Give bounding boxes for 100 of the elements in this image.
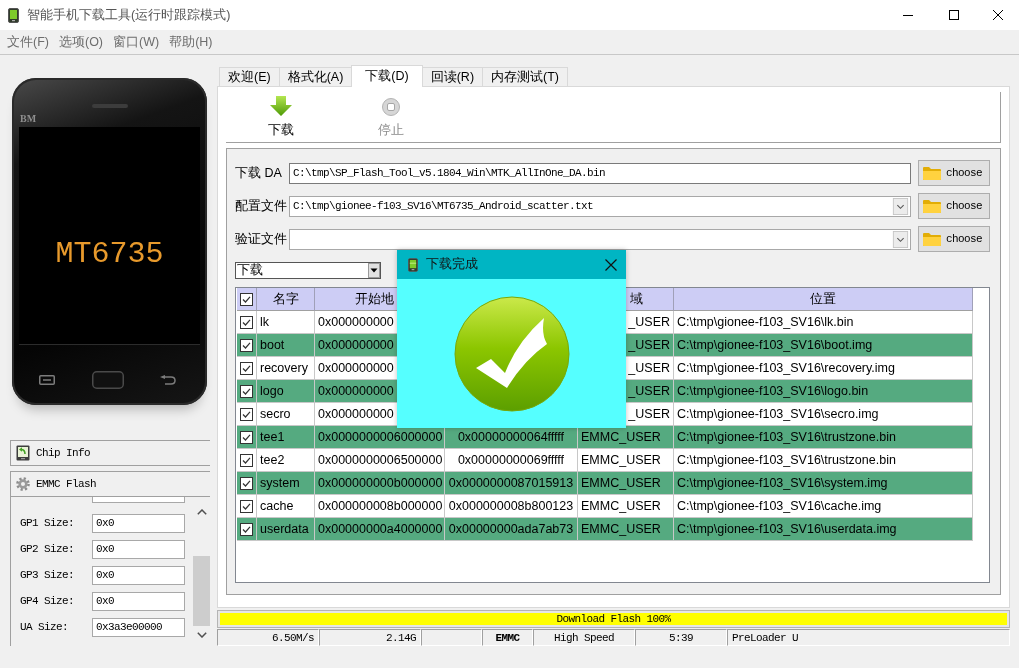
table-cell: tee2	[257, 449, 315, 472]
maximize-icon	[949, 10, 959, 20]
caret-icon	[368, 263, 380, 278]
scroll-up-icon[interactable]	[196, 509, 207, 515]
table-cell: C:\tmp\gionee-f103_SV16\secro.img	[674, 403, 973, 426]
field-label: UA Size:	[20, 621, 69, 633]
table-cell: boot	[257, 334, 315, 357]
status-cell: 2.14G	[319, 629, 421, 646]
table-cell: 0x00000000069fffff	[445, 449, 578, 472]
close-icon	[993, 10, 1003, 20]
table-cell: C:\tmp\gionee-f103_SV16\cache.img	[674, 495, 973, 518]
table-cell: EMMC_USER	[578, 472, 674, 495]
table-cell: 0x00000000ada7ab73	[445, 518, 578, 541]
menu-item[interactable]: 帮助(H)	[164, 32, 218, 52]
field-label: GP3 Size:	[20, 569, 75, 581]
gear-icon	[16, 476, 30, 492]
table-cell: 0x00000000a4000000	[315, 518, 445, 541]
tab[interactable]: 格式化(A)	[278, 67, 353, 86]
chevron-down-icon	[892, 230, 909, 248]
toolbar-button[interactable]: 下载	[251, 96, 311, 138]
scroll-thumb[interactable]	[193, 556, 210, 626]
choose-button[interactable]: choose	[918, 193, 990, 219]
chip-model-label: MT6735	[55, 237, 164, 270]
table-cell: EMMC_USER	[578, 495, 674, 518]
table-cell: logo	[257, 380, 315, 403]
section-header[interactable]: Chip Info	[10, 440, 210, 466]
checkbox[interactable]	[240, 361, 253, 375]
app-icon	[8, 7, 19, 23]
table-cell: secro	[257, 403, 315, 426]
input-field[interactable]: 0x0	[92, 539, 185, 559]
menu-item[interactable]: 窗口(W)	[108, 32, 165, 52]
close-icon[interactable]	[605, 258, 617, 271]
dialog-title: 下载完成	[426, 256, 478, 273]
table-cell: 0x000000000b000000	[315, 472, 445, 495]
input-field[interactable]: 0x0	[92, 513, 185, 533]
folder-icon	[923, 166, 941, 180]
table-cell: C:\tmp\gionee-f103_SV16\userdata.img	[674, 518, 973, 541]
status-cell: 6.50M/s	[217, 629, 319, 646]
column-header[interactable]: 位置	[674, 288, 973, 311]
table-cell: lk	[257, 311, 315, 334]
table-cell: C:\tmp\gionee-f103_SV16\system.img	[674, 472, 973, 495]
table-cell: tee1	[257, 426, 315, 449]
status-cell: EMMC	[482, 629, 533, 646]
scroll-down-icon[interactable]	[196, 632, 207, 638]
mode-dropdown[interactable]: 下载	[235, 262, 381, 279]
field-label: 配置文件	[235, 197, 288, 215]
column-header[interactable]: 名字	[257, 288, 315, 311]
tab[interactable]: 下载(D)	[351, 65, 423, 87]
table-cell: C:\tmp\gionee-f103_SV16\recovery.img	[674, 357, 973, 380]
input-field[interactable]: 0x3a3e00000	[92, 617, 185, 637]
table-cell: 0x0000000006000000	[315, 426, 445, 449]
status-cell	[421, 629, 482, 646]
menu-item[interactable]: 选项(O)	[53, 32, 109, 52]
table-cell: EMMC_USER	[578, 449, 674, 472]
menu-key-icon	[39, 375, 55, 385]
tab[interactable]: 欢迎(E)	[219, 67, 280, 86]
field-label: GP1 Size:	[20, 517, 75, 529]
minimize-icon	[903, 14, 913, 16]
folder-icon	[923, 199, 941, 213]
stop-icon	[382, 98, 400, 116]
column-header[interactable]	[237, 288, 257, 311]
path-field[interactable]: C:\tmp\SP_Flash_Tool_v5.1804_Win\MTK_AllInOne_DA.bin	[289, 162, 911, 184]
path-combobox[interactable]: C:\tmp\gionee-f103_SV16\MT6735_Android_scatter.txt	[289, 195, 911, 217]
section-header[interactable]: EMMC Flash	[10, 471, 210, 497]
device-icon	[16, 445, 30, 461]
checkbox[interactable]	[240, 292, 253, 306]
checkbox[interactable]	[240, 384, 253, 398]
checkbox[interactable]	[240, 453, 253, 467]
table-cell: 0x0000000087015913	[445, 472, 578, 495]
tab[interactable]: 内存测试(T)	[482, 67, 569, 86]
table-cell: recovery	[257, 357, 315, 380]
chevron-down-icon	[892, 197, 909, 215]
choose-button[interactable]: choose	[918, 226, 990, 252]
table-cell: C:\tmp\gionee-f103_SV16\trustzone.bin	[674, 449, 973, 472]
success-check-icon	[453, 295, 570, 412]
arrow-down-icon	[270, 96, 292, 116]
table-cell: EMMC_USER	[578, 426, 674, 449]
app-icon	[408, 257, 418, 272]
input-field[interactable]	[92, 497, 185, 503]
checkbox[interactable]	[240, 522, 253, 536]
field-label: 验证文件	[235, 230, 288, 248]
table-cell: C:\tmp\gionee-f103_SV16\lk.bin	[674, 311, 973, 334]
brand-label: BM	[20, 113, 37, 124]
checkbox[interactable]	[240, 407, 253, 421]
input-field[interactable]: 0x0	[92, 565, 185, 585]
choose-button[interactable]: choose	[918, 160, 990, 186]
checkbox[interactable]	[240, 315, 253, 329]
table-cell: C:\tmp\gionee-f103_SV16\logo.bin	[674, 380, 973, 403]
table-cell: system	[257, 472, 315, 495]
progress-label: Download Flash 100%	[556, 613, 671, 625]
checkbox[interactable]	[240, 338, 253, 352]
checkbox[interactable]	[240, 476, 253, 490]
back-key-icon	[160, 375, 176, 385]
tab[interactable]: 回读(R)	[421, 67, 484, 86]
menu-item[interactable]: 文件(F)	[2, 32, 54, 52]
checkbox[interactable]	[240, 499, 253, 513]
checkbox[interactable]	[240, 430, 253, 444]
input-field[interactable]: 0x0	[92, 591, 185, 611]
window-title: 智能手机下载工具(运行时跟踪模式)	[27, 6, 231, 24]
table-cell: cache	[257, 495, 315, 518]
